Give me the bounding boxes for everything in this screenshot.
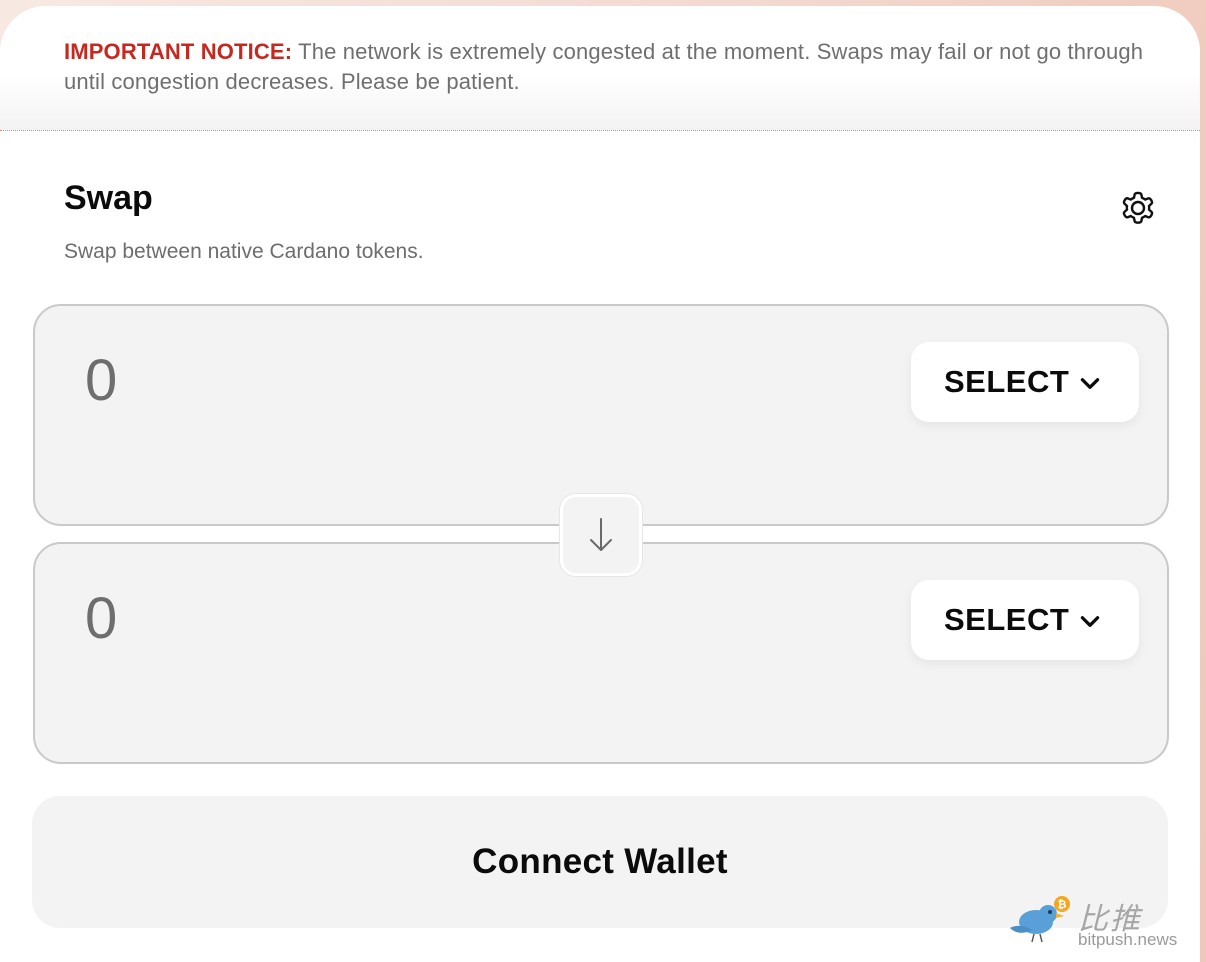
from-select-button[interactable]: SELECT — [911, 342, 1139, 422]
notice-text: IMPORTANT NOTICE: The network is extreme… — [64, 37, 1144, 97]
gear-icon[interactable] — [1114, 184, 1162, 232]
page-subtitle: Swap between native Cardano tokens. — [64, 240, 424, 263]
notice-label: IMPORTANT NOTICE: — [64, 39, 293, 64]
watermark: ₿ 比推 bitpush.news — [1004, 892, 1194, 956]
from-select-label: SELECT — [944, 364, 1070, 399]
to-select-button[interactable]: SELECT — [911, 580, 1139, 660]
swap-card: IMPORTANT NOTICE: The network is extreme… — [0, 6, 1200, 962]
from-amount-input[interactable] — [85, 344, 685, 416]
to-select-label: SELECT — [944, 602, 1070, 637]
chevron-down-icon — [1080, 616, 1100, 627]
watermark-domain: bitpush.news — [1078, 930, 1178, 949]
connect-wallet-button[interactable]: Connect Wallet — [32, 796, 1168, 928]
chevron-down-icon — [1080, 378, 1100, 389]
page-title: Swap — [64, 179, 153, 217]
to-amount-input[interactable] — [85, 582, 685, 654]
flip-direction-button[interactable] — [560, 494, 642, 576]
bird-icon: ₿ — [1010, 896, 1070, 943]
arrow-down-icon — [590, 518, 612, 551]
connect-wallet-label: Connect Wallet — [472, 842, 728, 881]
from-panel: SELECT — [33, 304, 1169, 526]
notice-banner: IMPORTANT NOTICE: The network is extreme… — [0, 6, 1200, 131]
svg-text:₿: ₿ — [1058, 898, 1067, 911]
